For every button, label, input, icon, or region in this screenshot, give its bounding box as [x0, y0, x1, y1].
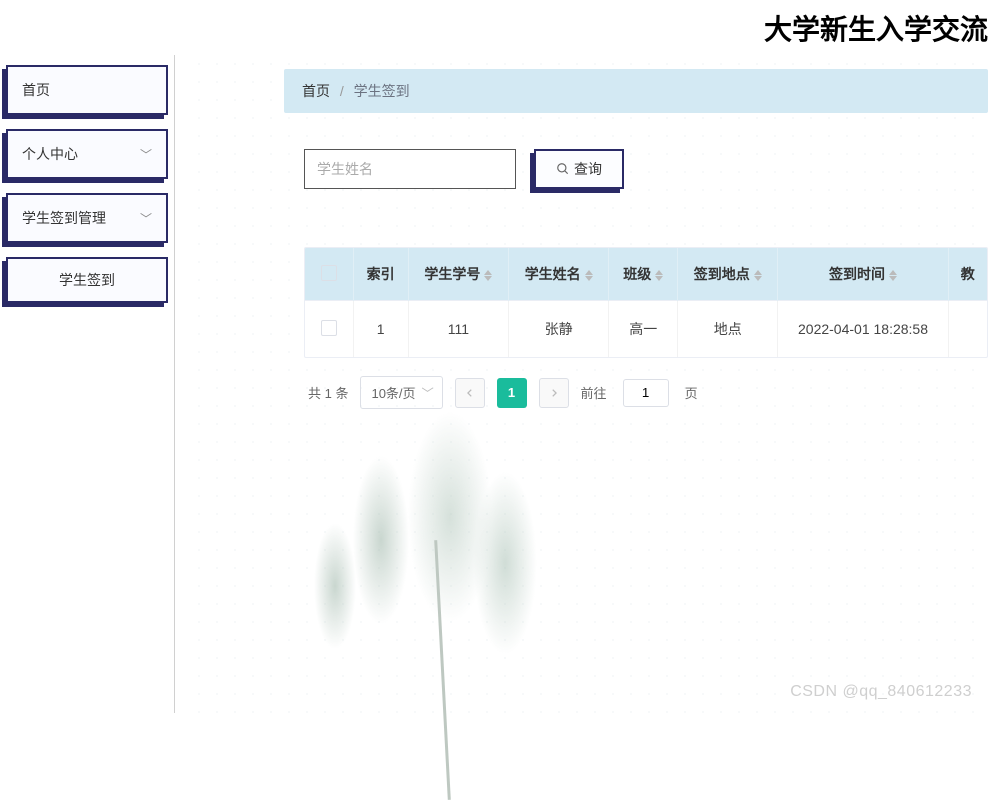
cell-class: 高一: [609, 301, 678, 358]
nav-profile[interactable]: 个人中心 ﹀: [6, 129, 168, 179]
nav-checkin-label: 学生签到: [59, 270, 115, 290]
sort-icon[interactable]: [889, 270, 897, 281]
page-size-select[interactable]: 10条/页 ﹀: [360, 376, 442, 409]
main-area: 首页 / 学生签到 查询 索引 学生学号 学生姓名 班级: [190, 55, 988, 713]
col-time[interactable]: 签到时间: [778, 248, 948, 301]
search-row: 查询: [304, 149, 988, 189]
chevron-down-icon: ﹀: [140, 210, 152, 227]
select-all-checkbox[interactable]: [321, 265, 337, 281]
breadcrumb-current: 学生签到: [354, 83, 410, 99]
chevron-left-icon: [465, 388, 475, 398]
pagination-total: 共 1 条: [308, 383, 348, 402]
cell-index: 1: [353, 301, 408, 358]
watermark: CSDN @qq_840612233: [790, 683, 972, 701]
content: 首页 / 学生签到 查询 索引 学生学号 学生姓名 班级: [190, 55, 988, 409]
nav-checkin[interactable]: 学生签到: [6, 257, 168, 303]
col-location[interactable]: 签到地点: [678, 248, 778, 301]
breadcrumb-home[interactable]: 首页: [302, 83, 330, 99]
cell-location: 地点: [678, 301, 778, 358]
col-student-name[interactable]: 学生姓名: [509, 248, 609, 301]
col-checkbox: [305, 248, 353, 301]
app-title: 大学新生入学交流: [764, 8, 988, 48]
next-page-button[interactable]: [539, 378, 569, 408]
chevron-right-icon: [549, 388, 559, 398]
col-extra[interactable]: 教: [948, 248, 987, 301]
sort-icon[interactable]: [754, 270, 762, 281]
sort-icon[interactable]: [655, 270, 663, 281]
nav-home[interactable]: 首页: [6, 65, 168, 115]
page-size-value: 10条/页: [371, 386, 415, 401]
cell-time: 2022-04-01 18:28:58: [778, 301, 948, 358]
col-class[interactable]: 班级: [609, 248, 678, 301]
chevron-down-icon: ﹀: [422, 384, 434, 401]
table-header-row: 索引 学生学号 学生姓名 班级 签到地点 签到时间 教: [305, 248, 987, 301]
sort-icon[interactable]: [484, 270, 492, 281]
cell-extra: [948, 301, 987, 358]
chevron-down-icon: ﹀: [140, 146, 152, 163]
sort-icon[interactable]: [585, 270, 593, 281]
goto-page-input[interactable]: [623, 379, 669, 407]
query-button-label: 查询: [574, 159, 602, 179]
nav-checkin-mgmt[interactable]: 学生签到管理 ﹀: [6, 193, 168, 243]
nav-profile-label: 个人中心: [22, 144, 78, 164]
col-student-no[interactable]: 学生学号: [408, 248, 508, 301]
row-checkbox[interactable]: [321, 320, 337, 336]
prev-page-button[interactable]: [455, 378, 485, 408]
data-table: 索引 学生学号 学生姓名 班级 签到地点 签到时间 教 1 111 张静: [304, 247, 988, 358]
breadcrumb: 首页 / 学生签到: [284, 69, 988, 113]
cell-student-name: 张静: [509, 301, 609, 358]
nav-checkin-mgmt-label: 学生签到管理: [22, 208, 106, 228]
query-button[interactable]: 查询: [534, 149, 624, 189]
breadcrumb-separator: /: [340, 83, 344, 99]
pagination: 共 1 条 10条/页 ﹀ 1 前往 页: [308, 376, 988, 409]
goto-suffix: 页: [685, 383, 698, 402]
goto-prefix: 前往: [581, 383, 607, 402]
cell-student-no: 111: [408, 301, 508, 358]
search-icon: [556, 162, 570, 176]
nav-home-label: 首页: [22, 80, 50, 100]
table-row: 1 111 张静 高一 地点 2022-04-01 18:28:58: [305, 301, 987, 358]
student-name-input[interactable]: [304, 149, 516, 189]
sidebar: 首页 个人中心 ﹀ 学生签到管理 ﹀ 学生签到: [0, 55, 175, 713]
col-index[interactable]: 索引: [353, 248, 408, 301]
page-number-current[interactable]: 1: [497, 378, 527, 408]
